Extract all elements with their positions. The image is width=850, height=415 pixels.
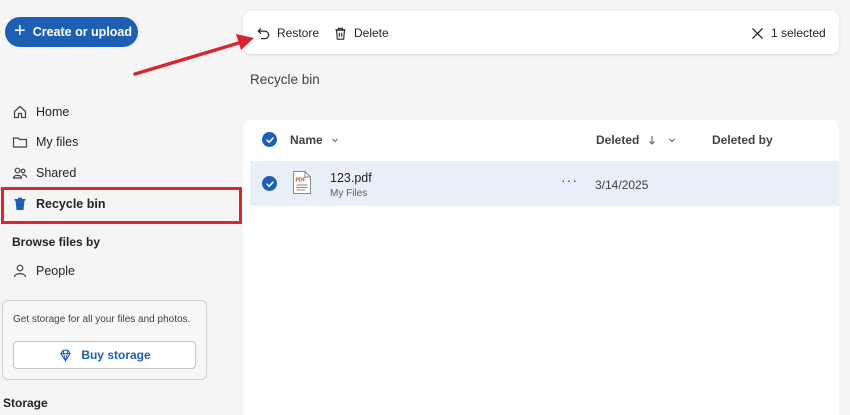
plus-icon: + xyxy=(14,20,26,42)
file-location: My Files xyxy=(330,188,368,199)
create-or-upload-button[interactable]: + Create or upload xyxy=(5,17,138,47)
clear-selection-button[interactable]: 1 selected xyxy=(750,23,826,43)
sidebar-item-my-files[interactable]: My files xyxy=(12,131,78,153)
deleted-date: 3/14/2025 xyxy=(595,178,649,192)
sort-arrow-down-icon xyxy=(649,136,656,145)
people-icon xyxy=(12,167,28,179)
storage-card-text: Get storage for all your files and photo… xyxy=(13,314,191,325)
command-bar: Restore Delete 1 selected xyxy=(243,11,839,54)
checkmark-icon xyxy=(265,180,274,187)
checkmark-icon xyxy=(265,136,274,143)
buy-storage-button[interactable]: Buy storage xyxy=(13,341,196,369)
sidebar-item-label: People xyxy=(36,264,75,278)
chevron-down-icon xyxy=(669,138,676,143)
sidebar-item-label: Shared xyxy=(36,166,77,180)
sidebar-item-label: My files xyxy=(36,135,79,149)
chevron-down-icon xyxy=(331,138,338,143)
page-title: Recycle bin xyxy=(250,72,320,87)
column-header-deleted-by[interactable]: Deleted by xyxy=(712,133,773,147)
annotation-highlight-box xyxy=(1,187,242,224)
column-header-deleted[interactable]: Deleted xyxy=(596,133,677,147)
column-header-name[interactable]: Name xyxy=(290,133,340,147)
sidebar-item-shared[interactable]: Shared xyxy=(12,162,76,184)
person-icon xyxy=(13,264,27,278)
buy-storage-label: Buy storage xyxy=(81,348,151,362)
file-name[interactable]: 123.pdf xyxy=(330,171,372,185)
column-header-label: Deleted xyxy=(596,133,640,147)
row-checkbox[interactable] xyxy=(262,176,277,191)
home-icon xyxy=(13,105,27,119)
create-button-label: Create or upload xyxy=(32,25,133,39)
sidebar-item-label: Home xyxy=(36,105,70,119)
table-row[interactable]: PDF 123.pdf My Files ··· 3/14/2025 xyxy=(250,161,839,206)
delete-label: Delete xyxy=(354,26,389,40)
diamond-icon xyxy=(60,349,72,362)
restore-label: Restore xyxy=(277,26,320,40)
sidebar-item-home[interactable]: Home xyxy=(12,101,69,123)
storage-heading: Storage xyxy=(3,396,48,410)
delete-button[interactable]: Delete xyxy=(333,23,389,43)
select-all-checkbox[interactable] xyxy=(262,132,277,147)
more-options-icon[interactable]: ··· xyxy=(561,172,578,188)
trash-icon xyxy=(335,27,346,40)
column-header-label: Deleted by xyxy=(712,133,773,147)
storage-card: Get storage for all your files and photo… xyxy=(2,300,207,380)
sidebar-item-people[interactable]: People xyxy=(12,260,75,282)
selection-count: 1 selected xyxy=(771,26,826,40)
annotation-arrow xyxy=(133,34,254,76)
column-header-label: Name xyxy=(290,133,323,147)
pdf-file-icon-label: PDF xyxy=(296,178,306,184)
restore-button[interactable]: Restore xyxy=(256,23,319,43)
close-icon xyxy=(752,27,763,39)
browse-files-by-heading: Browse files by xyxy=(12,235,101,249)
file-list-panel: Name Deleted Deleted by PDF 123.pdf My F… xyxy=(243,120,839,415)
folder-icon xyxy=(12,137,28,148)
pdf-file-icon: PDF xyxy=(293,171,311,194)
